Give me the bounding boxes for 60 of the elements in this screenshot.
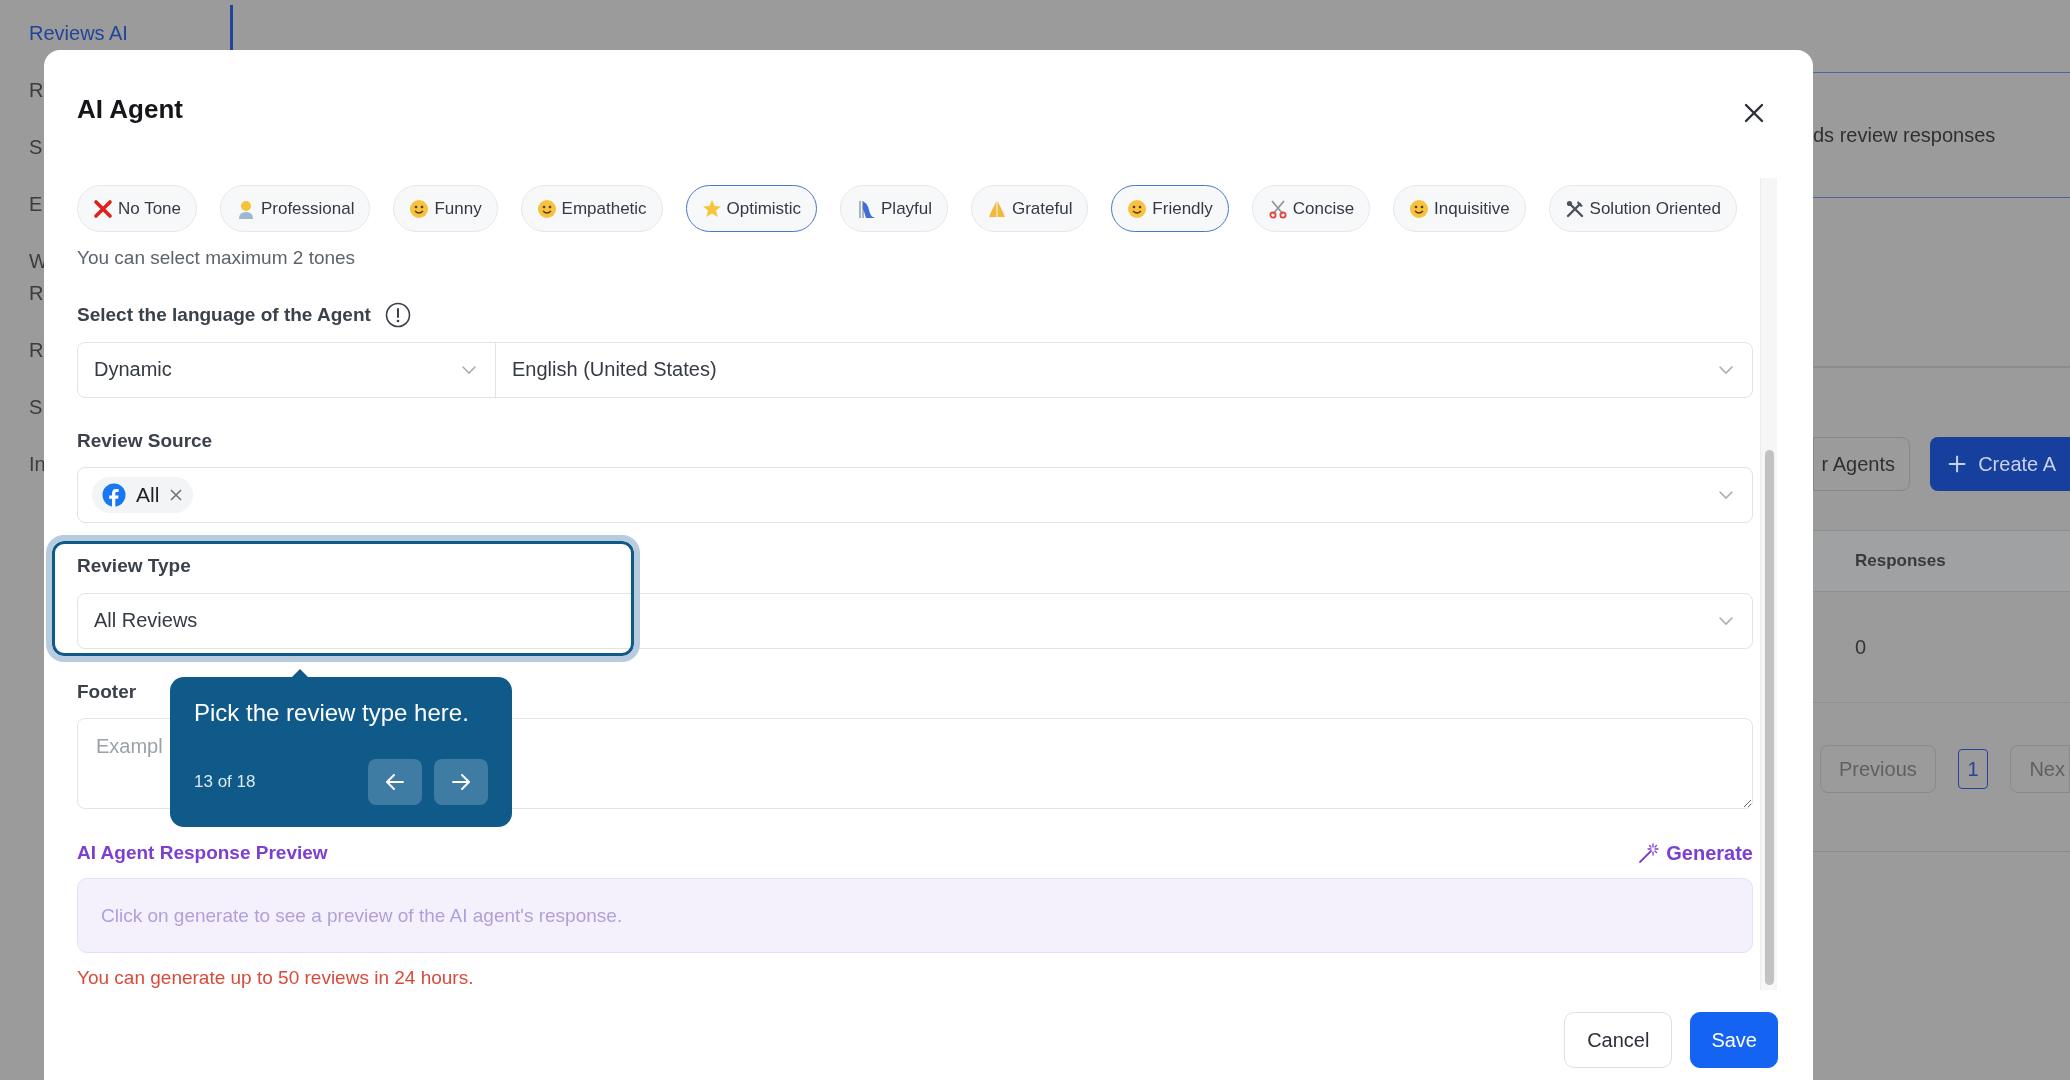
tone-chip[interactable]: Optimistic	[685, 185, 818, 232]
review-source-select[interactable]: All	[77, 466, 1753, 523]
chevron-down-icon	[1718, 364, 1734, 375]
language-mode-select[interactable]: Dynamic	[78, 343, 496, 397]
column-header: Responses	[1855, 551, 1946, 571]
x-mark-icon	[93, 198, 113, 219]
smiley-face-icon	[536, 198, 557, 219]
tone-chip[interactable]: Solution Oriented	[1548, 185, 1737, 232]
agents-button[interactable]: r Agents	[1813, 437, 1910, 491]
page-subtitle: ds review responses	[1813, 123, 1996, 147]
crossed-tools-icon	[1564, 198, 1585, 219]
star-icon	[701, 198, 722, 219]
scrollbar-thumb[interactable]	[1764, 450, 1774, 985]
tone-chip[interactable]: Grateful	[970, 185, 1089, 232]
arrow-left-icon	[385, 772, 405, 791]
field-label: Review Type	[77, 554, 191, 576]
chevron-down-icon	[1718, 489, 1734, 500]
tone-chip[interactable]: Professional	[219, 185, 371, 232]
dialog-title: AI Agent	[77, 93, 183, 126]
tone-chip[interactable]: Friendly	[1111, 185, 1229, 232]
arrow-right-icon	[451, 772, 471, 791]
plus-icon	[1948, 454, 1967, 474]
scrollbar[interactable]	[1760, 178, 1777, 990]
create-button[interactable]: Create A	[1930, 437, 2070, 491]
field-label: Footer	[77, 680, 137, 702]
field-label: Select the language of the Agent	[77, 303, 371, 327]
f-circle-icon	[102, 482, 126, 507]
chevron-down-icon	[1718, 615, 1734, 626]
language-select[interactable]: English (United States)	[496, 343, 1752, 397]
info-icon	[384, 302, 411, 328]
source-tag[interactable]: All	[92, 476, 194, 513]
review-type-select[interactable]: All Reviews	[77, 592, 1753, 649]
tone-chip[interactable]: No Tone	[77, 185, 197, 232]
magic-wand-icon	[1638, 842, 1661, 865]
praying-hands-icon	[986, 198, 1007, 219]
smiley-face-icon	[1409, 198, 1430, 219]
slide-icon	[856, 198, 877, 219]
previous-step-button[interactable]	[368, 758, 422, 805]
limit-note: You can generate up to 50 reviews in 24 hours.	[77, 966, 475, 990]
tones-hint: You can select maximum 2 tones	[77, 246, 357, 270]
scissors-icon	[1267, 198, 1288, 219]
step-counter: 13 of 18	[194, 771, 256, 792]
chevron-down-icon	[461, 364, 477, 375]
tone-chip[interactable]: Empathetic	[520, 185, 663, 232]
tone-chip[interactable]: Concise	[1251, 185, 1371, 232]
smiley-face-icon	[409, 198, 430, 219]
generate-button[interactable]: Generate	[1638, 841, 1753, 865]
tone-chip[interactable]: Inquisitive	[1393, 185, 1526, 232]
close-icon	[1743, 102, 1765, 124]
save-button[interactable]: Save	[1690, 1012, 1778, 1068]
table-cell: 0	[1855, 635, 1867, 659]
cancel-button[interactable]: Cancel	[1564, 1012, 1673, 1068]
next-step-button[interactable]	[434, 758, 488, 805]
preview-title: AI Agent Response Preview	[77, 841, 328, 866]
smiley-face-icon	[1127, 198, 1148, 219]
preview-text: Click on generate to see a preview of the AI agent's response.	[101, 904, 623, 927]
tone-chip[interactable]: Funny	[393, 185, 498, 232]
field-label: Review Source	[77, 429, 213, 451]
tone-chip[interactable]: Playful	[840, 185, 949, 232]
remove-icon[interactable]	[169, 487, 184, 502]
